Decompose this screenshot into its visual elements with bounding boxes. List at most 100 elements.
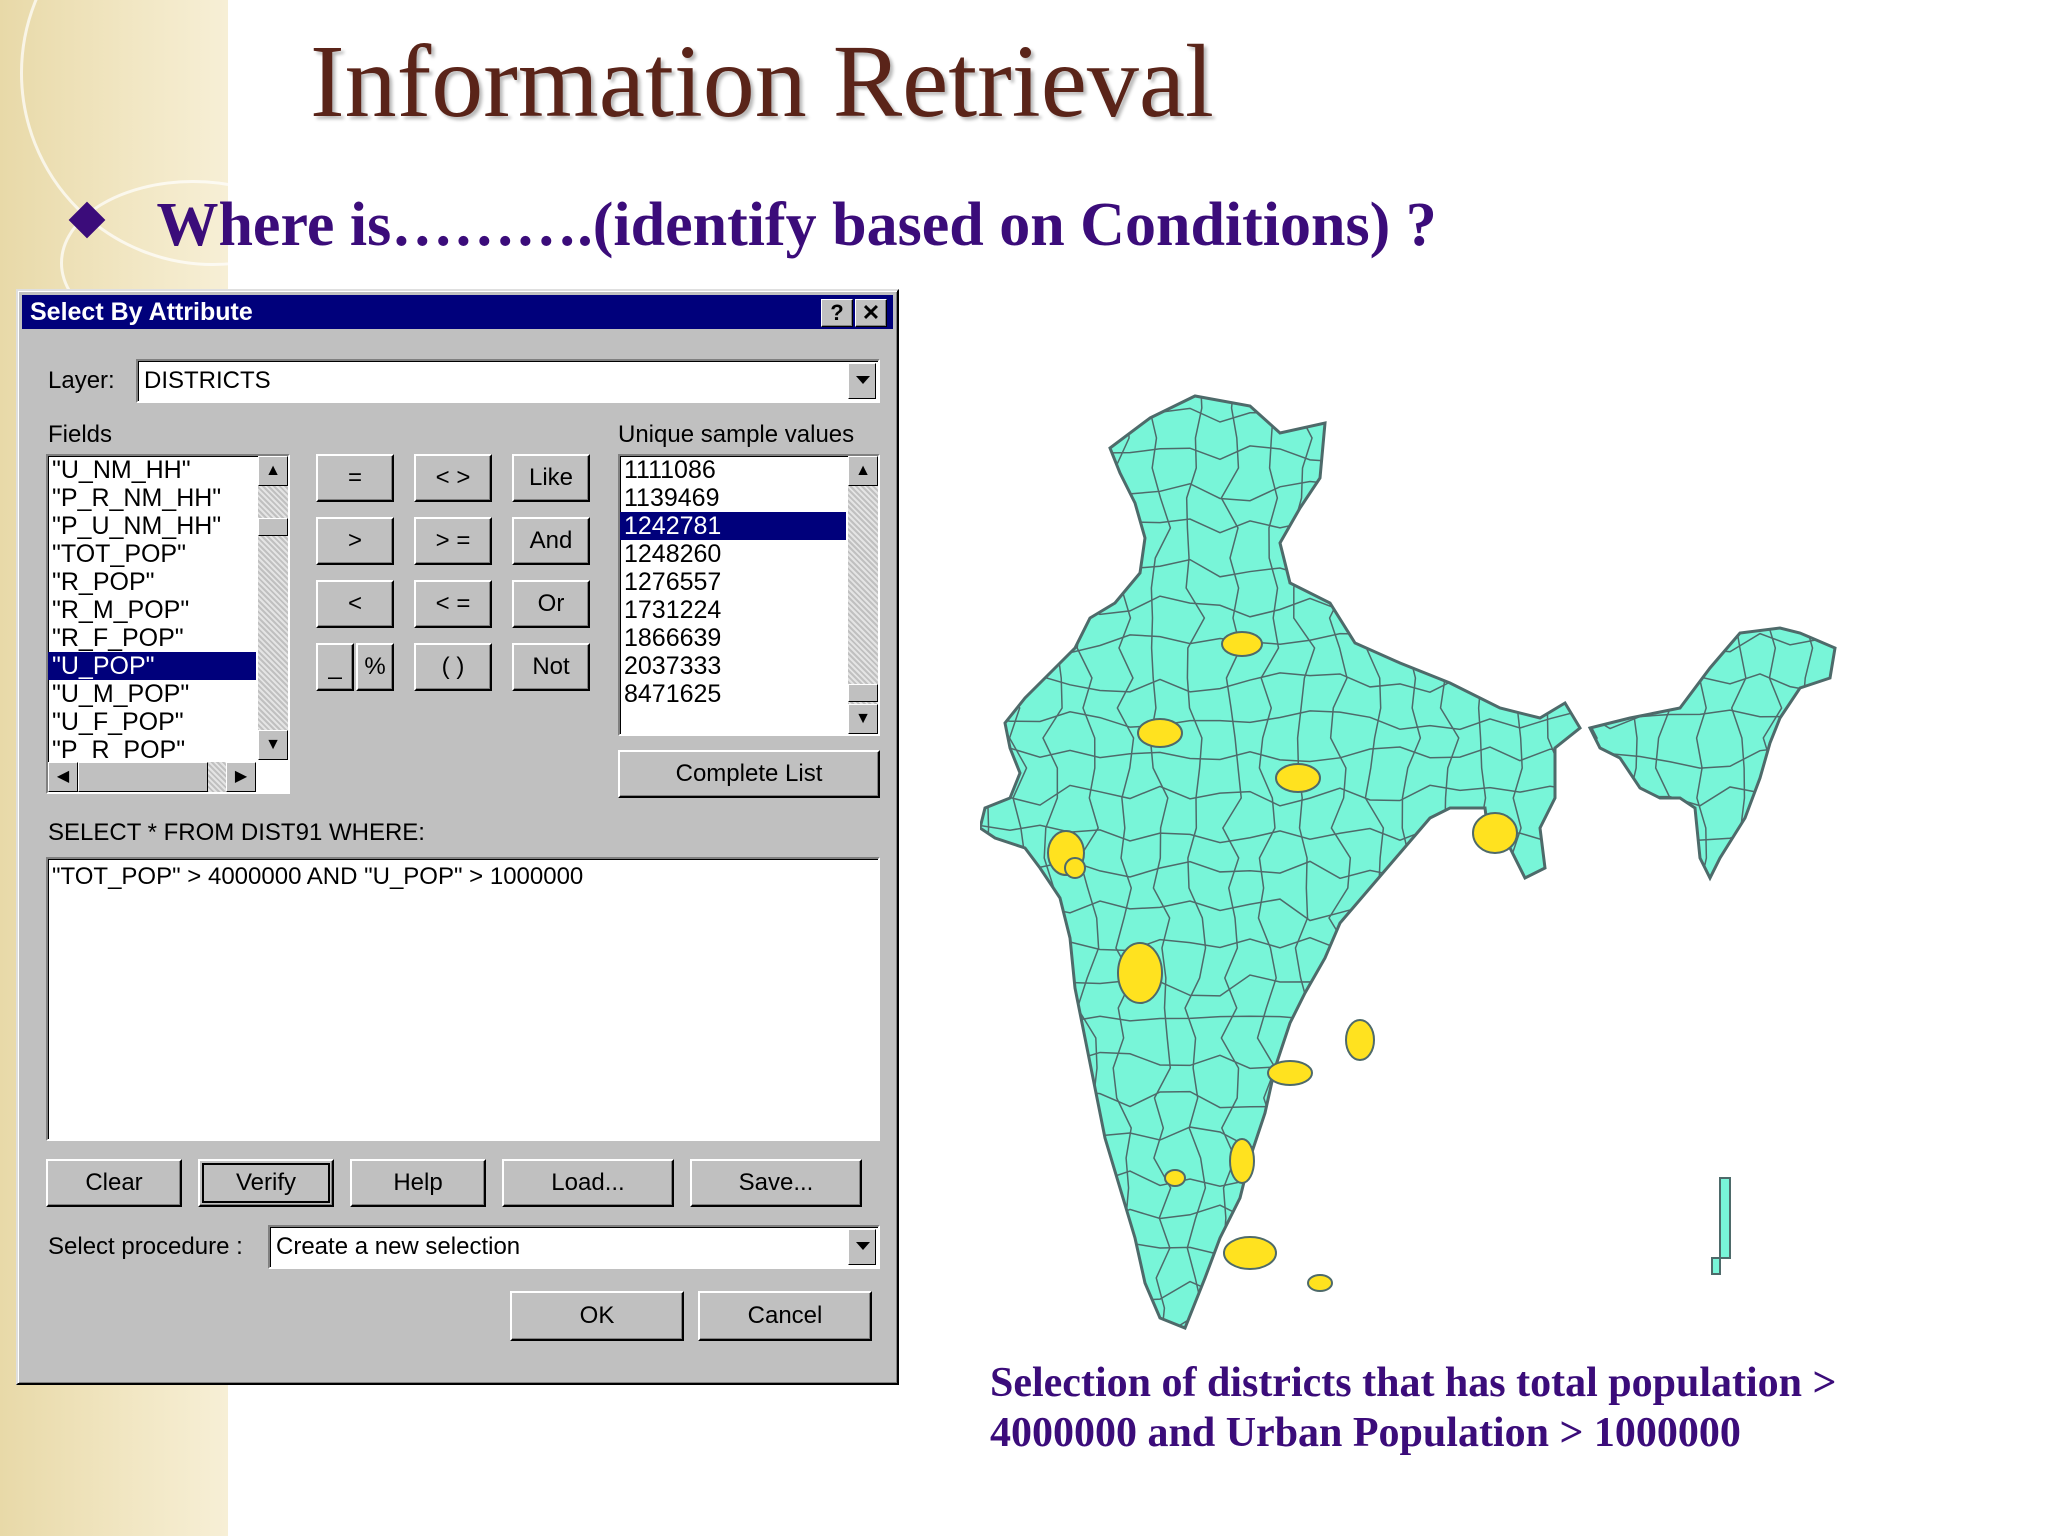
district-boundary [1580,396,1604,1328]
list-item[interactable]: "U_F_POP" [48,708,256,736]
islands-andaman [1719,1177,1731,1259]
like-button[interactable]: Like [512,454,590,502]
map-caption: Selection of districts that has total po… [990,1358,1970,1458]
list-item[interactable]: 8471625 [620,680,846,708]
selected-district [1229,1138,1255,1184]
list-item[interactable]: 1111086 [620,456,846,484]
less-equal-button[interactable]: < = [414,580,492,628]
list-item[interactable]: 1248260 [620,540,846,568]
fields-horizontal-scrollbar[interactable]: ◀ ▶ [48,762,256,792]
help-button[interactable]: Help [350,1159,486,1207]
district-boundary [980,1278,1835,1302]
district-boundary [980,378,1880,388]
list-item[interactable]: "P_R_NM_HH" [48,484,256,512]
selected-district [1117,942,1163,1004]
list-item[interactable]: 1731224 [620,596,846,624]
unique-values-items: 1111086 1139469 1242781 1248260 1276557 17312… [620,456,846,734]
district-boundary [980,518,1835,541]
sql-label: SELECT * FROM DIST91 WHERE: [48,819,425,846]
district-boundary [1760,396,1784,1328]
selected-district [1221,631,1263,657]
greater-than-button[interactable]: > [316,517,394,565]
district-boundary [980,557,1835,580]
or-button[interactable]: Or [512,580,590,628]
save-button[interactable]: Save... [690,1159,862,1207]
less-than-button[interactable]: < [316,580,394,628]
caption-line: 4000000 and Urban Population > 1000000 [990,1410,1741,1456]
sql-expression-textbox[interactable]: "TOT_POP" > 4000000 AND "U_POP" > 100000… [46,857,880,1141]
scroll-thumb[interactable] [258,518,288,536]
clear-button[interactable]: Clear [46,1159,182,1207]
bullet-row: Where is……….(identify based on Condition… [68,190,1437,261]
not-button[interactable]: Not [512,643,590,691]
underscore-button[interactable]: _ [316,643,354,691]
district-boundary [980,396,992,1328]
list-item[interactable]: "U_POP" [48,652,256,680]
layer-dropdown[interactable]: DISTRICTS [136,359,880,403]
unique-values-list[interactable]: 1111086 1139469 1242781 1248260 1276557 17312… [618,454,880,736]
load-button[interactable]: Load... [502,1159,674,1207]
selected-district [1345,1019,1375,1061]
scroll-down-icon[interactable]: ▼ [258,730,288,760]
help-question-icon[interactable]: ? [821,299,853,327]
list-item[interactable]: 1866639 [620,624,846,652]
cancel-button[interactable]: Cancel [698,1291,872,1341]
fields-list[interactable]: "U_NM_HH" "P_R_NM_HH" "P_U_NM_HH" "TOT_POP"… [46,454,290,794]
northeast-region-shape [1587,626,1837,882]
fields-label: Fields [48,421,113,448]
scroll-left-icon[interactable]: ◀ [48,762,78,792]
list-item[interactable]: "U_NM_HH" [48,456,256,484]
district-boundary [1616,396,1638,1328]
dialog-title: Select By Attribute [30,298,253,326]
district-boundary [1544,396,1568,1328]
list-item[interactable]: 1276557 [620,568,846,596]
procedure-label: Select procedure : [48,1233,243,1260]
list-item[interactable]: 1139469 [620,484,846,512]
district-boundary [1796,396,1820,1328]
list-item[interactable]: "R_POP" [48,568,256,596]
selected-district [1223,1236,1277,1270]
list-item[interactable]: "P_R_POP" [48,736,256,760]
selected-district [1275,763,1321,793]
scroll-up-icon[interactable]: ▲ [258,456,288,486]
caption-line: Selection of districts that has total po… [990,1360,1837,1406]
scroll-down-icon[interactable]: ▼ [848,704,878,734]
diamond-bullet-icon [68,201,106,238]
equals-button[interactable]: = [316,454,394,502]
ok-button[interactable]: OK [510,1291,684,1341]
fields-vertical-scrollbar[interactable]: ▲ ▼ [258,456,288,760]
slide-title: Information Retrieval [310,24,1214,139]
greater-equal-button[interactable]: > = [414,517,492,565]
scroll-up-icon[interactable]: ▲ [848,456,878,486]
india-districts-map [980,378,1880,1330]
chevron-down-icon[interactable] [848,363,876,399]
values-vertical-scrollbar[interactable]: ▲ ▼ [848,456,878,734]
dialog-titlebar[interactable]: Select By Attribute ? ✕ [22,295,893,329]
close-icon[interactable]: ✕ [855,299,887,327]
complete-list-button[interactable]: Complete List [618,750,880,798]
parentheses-button[interactable]: ( ) [414,643,492,691]
layer-value: DISTRICTS [144,367,271,394]
verify-button[interactable]: Verify [198,1159,334,1207]
and-button[interactable]: And [512,517,590,565]
chevron-down-icon[interactable] [848,1229,876,1265]
scroll-thumb[interactable] [848,684,878,702]
h-scroll-thumb[interactable] [78,762,208,792]
procedure-dropdown[interactable]: Create a new selection [268,1225,880,1269]
procedure-value: Create a new selection [276,1233,521,1260]
list-item[interactable]: "TOT_POP" [48,540,256,568]
district-boundary [1474,396,1496,1328]
list-item[interactable]: "P_U_NM_HH" [48,512,256,540]
list-item[interactable]: "U_M_POP" [48,680,256,708]
selected-district [1267,1060,1313,1086]
not-equal-button[interactable]: < > [414,454,492,502]
scroll-right-icon[interactable]: ▶ [226,762,256,792]
list-item[interactable]: "R_M_POP" [48,596,256,624]
list-item[interactable]: 2037333 [620,652,846,680]
layer-label: Layer: [48,367,115,394]
district-boundary [980,1316,1835,1328]
district-boundary [1652,396,1676,1328]
percent-button[interactable]: % [356,643,394,691]
list-item[interactable]: 1242781 [620,512,846,540]
list-item[interactable]: "R_F_POP" [48,624,256,652]
